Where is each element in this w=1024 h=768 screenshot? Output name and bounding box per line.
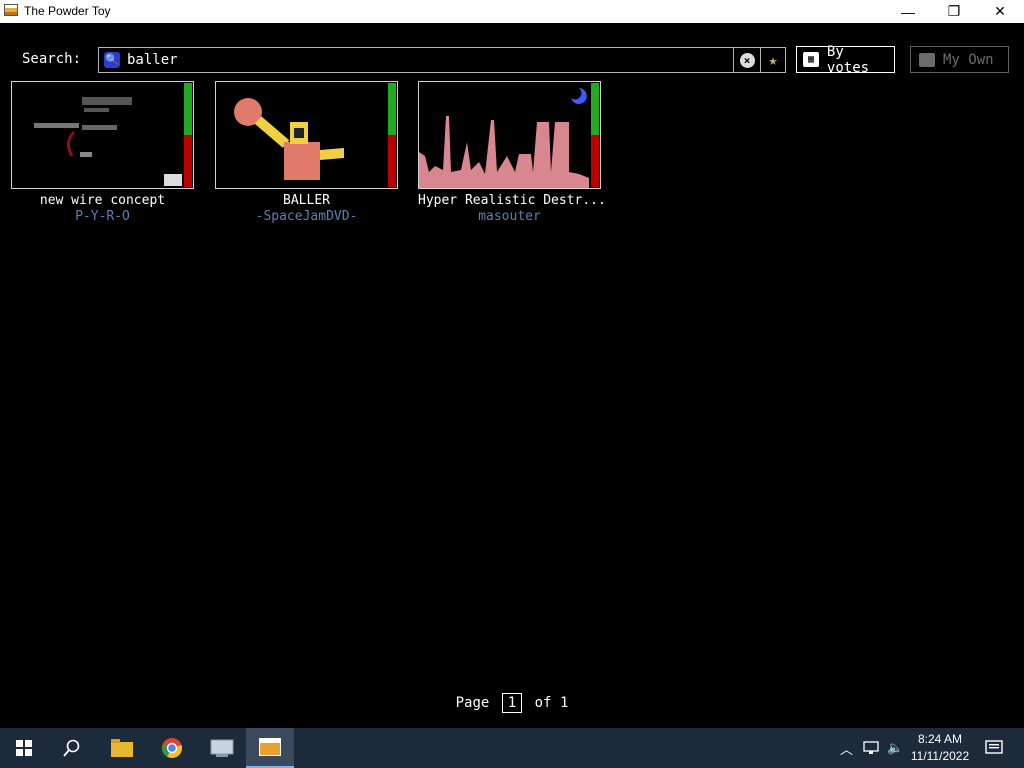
of-label: of xyxy=(534,695,552,711)
clear-icon: × xyxy=(739,52,755,68)
save-thumbnail[interactable] xyxy=(11,81,194,189)
sort-label: By votes xyxy=(826,43,870,76)
save-tile[interactable]: Hyper Realistic Destr... masouter xyxy=(418,81,606,224)
sort-icon: ▦ xyxy=(803,52,819,67)
save-name[interactable]: Hyper Realistic Destr... xyxy=(418,193,606,208)
volume-icon[interactable]: 🔈 xyxy=(887,740,903,756)
minimize-button[interactable]: — xyxy=(885,0,931,23)
taskbar-clock[interactable]: 8:24 AM 11/11/2022 xyxy=(905,731,975,765)
system-tray: ︿ 🔈 xyxy=(840,728,903,768)
close-button[interactable]: ✕ xyxy=(977,0,1023,23)
search-input[interactable]: 🔍 baller × ★ xyxy=(98,47,786,73)
folder-icon xyxy=(919,52,935,67)
powder-toy-taskbar-button[interactable] xyxy=(246,728,294,768)
vote-bar xyxy=(591,83,599,187)
star-icon: ★ xyxy=(768,51,778,69)
maximize-button[interactable]: ❐ xyxy=(931,0,977,23)
app-icon xyxy=(210,739,234,757)
pagination: Page 1 of 1 xyxy=(0,693,1024,713)
save-preview xyxy=(419,88,589,188)
clock-date: 11/11/2022 xyxy=(910,749,970,763)
save-author[interactable]: -SpaceJamDVD- xyxy=(215,209,398,224)
search-icon xyxy=(63,739,80,757)
clock-time: 8:24 AM xyxy=(917,732,963,746)
show-hidden-icons-icon[interactable]: ︿ xyxy=(840,739,853,758)
save-preview xyxy=(34,97,182,186)
start-button[interactable] xyxy=(0,728,48,768)
page-number-input[interactable]: 1 xyxy=(501,693,523,713)
clear-search-button[interactable]: × xyxy=(733,48,760,72)
save-tile[interactable]: new wire concept P-Y-R-O xyxy=(11,81,194,224)
chrome-icon xyxy=(161,738,183,758)
file-explorer-button[interactable] xyxy=(98,728,146,768)
notifications-icon xyxy=(985,740,1003,754)
taskbar-app-button[interactable] xyxy=(198,728,246,768)
file-explorer-icon xyxy=(111,739,133,757)
network-icon[interactable] xyxy=(863,741,879,755)
my-own-label: My Own xyxy=(943,51,994,68)
my-own-button[interactable]: My Own xyxy=(910,46,1009,73)
page-label: Page xyxy=(455,695,490,711)
notifications-button[interactable] xyxy=(970,728,1018,768)
vote-bar xyxy=(388,83,396,187)
save-thumbnail[interactable] xyxy=(418,81,601,189)
start-icon xyxy=(16,740,32,756)
favorites-button[interactable]: ★ xyxy=(760,48,785,72)
save-tile[interactable]: BALLER -SpaceJamDVD- xyxy=(215,81,398,224)
save-author[interactable]: P-Y-R-O xyxy=(11,209,194,224)
window-title: The Powder Toy xyxy=(24,4,111,18)
page-total: 1 xyxy=(559,695,569,711)
chrome-button[interactable] xyxy=(148,728,196,768)
search-icon: 🔍 xyxy=(104,52,120,68)
search-label: Search: xyxy=(22,51,82,67)
window-titlebar: The Powder Toy — ❐ ✕ xyxy=(0,0,1024,23)
taskbar-search-button[interactable] xyxy=(48,728,96,768)
save-name[interactable]: BALLER xyxy=(215,193,398,208)
vote-bar xyxy=(184,83,192,187)
save-preview xyxy=(234,98,344,180)
search-query[interactable]: baller xyxy=(127,52,178,68)
save-browser: Search: 🔍 baller × ★ ▦ By votes My Own n… xyxy=(0,23,1024,728)
save-name[interactable]: new wire concept xyxy=(11,193,194,208)
save-author[interactable]: masouter xyxy=(418,209,601,224)
windows-taskbar: ︿ 🔈 8:24 AM 11/11/2022 xyxy=(0,728,1024,768)
save-thumbnail[interactable] xyxy=(215,81,398,189)
powder-toy-icon xyxy=(259,738,281,756)
sort-by-votes-button[interactable]: ▦ By votes xyxy=(796,43,895,76)
powder-toy-app-icon xyxy=(4,4,18,16)
